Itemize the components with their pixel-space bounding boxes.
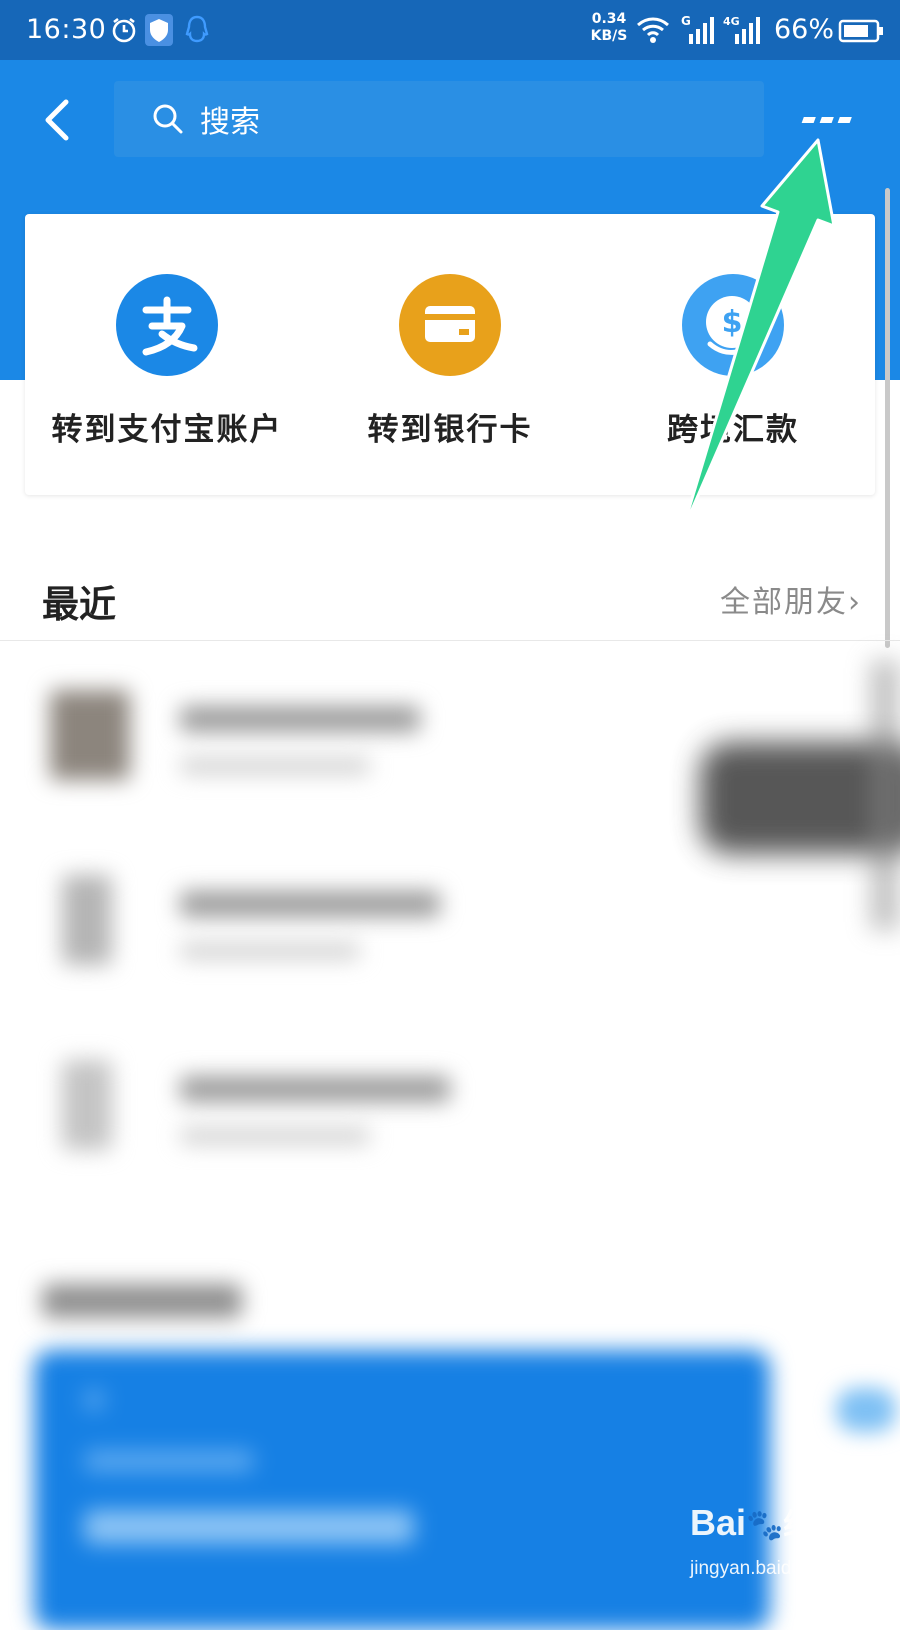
transfer-label: 转到支付宝账户	[51, 412, 283, 448]
recent-section-title: 最近	[42, 582, 116, 626]
avatar	[62, 1060, 112, 1150]
search-input[interactable]: 搜索	[114, 81, 764, 157]
watermark-logo: Bai🐾经验	[690, 1500, 843, 1544]
search-icon	[152, 103, 184, 139]
transfer-to-bank-card-button[interactable]: 转到银行卡	[308, 214, 592, 495]
network-speed-value: 0.34	[591, 11, 627, 27]
contact-subtext-blurred	[180, 943, 360, 959]
edge-shadow	[870, 660, 900, 930]
promo-line	[84, 1450, 254, 1472]
battery-icon	[838, 19, 884, 47]
contact-subtext-blurred	[180, 1128, 370, 1144]
contact-subtext-blurred	[180, 758, 370, 774]
status-bar: 16:30 0.34 KB/S G 4G 66%	[0, 0, 900, 60]
chevron-right-icon: ›	[848, 585, 862, 620]
watermark-logo-suffix: 经验	[783, 1509, 844, 1542]
promo-line	[84, 1390, 104, 1410]
signal-2-label: 4G	[723, 15, 740, 28]
qq-icon	[184, 14, 210, 50]
contact-item[interactable]	[0, 845, 900, 1015]
network-speed: 0.34 KB/S	[586, 11, 632, 45]
signal-bars-4g-icon: 4G	[723, 14, 763, 50]
promo-bubble-blurred	[836, 1388, 896, 1432]
wifi-icon	[636, 16, 670, 48]
contact-name-blurred	[180, 1076, 450, 1102]
section-title-blurred	[42, 1284, 242, 1318]
security-shield-icon	[145, 14, 173, 50]
watermark-logo-text: Bai	[690, 1502, 747, 1543]
promo-card-blurred[interactable]	[34, 1350, 770, 1630]
watermark-url: jingyan.baidu.com	[690, 1558, 844, 1579]
baidu-jingyan-watermark: Bai🐾经验 jingyan.baidu.com	[690, 1500, 890, 1590]
battery-percent: 66%	[774, 14, 835, 45]
transfer-to-alipay-button[interactable]: 转到支付宝账户	[25, 214, 309, 495]
promo-line	[84, 1510, 414, 1544]
transfer-label: 转到银行卡	[367, 412, 533, 448]
contact-name-blurred	[180, 706, 420, 732]
more-button[interactable]	[796, 100, 866, 140]
paw-icon: 🐾	[746, 1509, 784, 1542]
svg-text:$: $	[722, 305, 743, 340]
scrollbar[interactable]	[885, 188, 890, 648]
network-speed-unit: KB/S	[590, 28, 628, 44]
alipay-icon	[116, 274, 218, 376]
avatar	[50, 690, 130, 780]
search-placeholder: 搜索	[200, 105, 260, 140]
status-time: 16:30	[26, 14, 107, 45]
chevron-left-icon	[45, 99, 69, 141]
cross-border-remit-icon: $	[682, 274, 784, 376]
back-button[interactable]	[36, 90, 86, 150]
divider	[0, 640, 900, 641]
contact-item[interactable]	[0, 1030, 900, 1200]
all-friends-label: 全部朋友	[720, 585, 848, 620]
signal-1-label: G	[681, 14, 691, 28]
alarm-clock-icon	[110, 16, 138, 48]
contact-name-blurred	[180, 891, 440, 917]
more-icon	[801, 117, 852, 123]
cross-border-remittance-button[interactable]: $ 跨境汇款	[591, 214, 875, 495]
transfer-label: 跨境汇款	[667, 412, 799, 448]
all-friends-link[interactable]: 全部朋友›	[720, 577, 862, 621]
transfer-options-card: 转到支付宝账户 转到银行卡 $ 跨境汇款	[25, 214, 875, 495]
avatar	[62, 875, 112, 965]
bank-card-icon	[399, 274, 501, 376]
signal-bars-icon: G	[681, 14, 717, 50]
